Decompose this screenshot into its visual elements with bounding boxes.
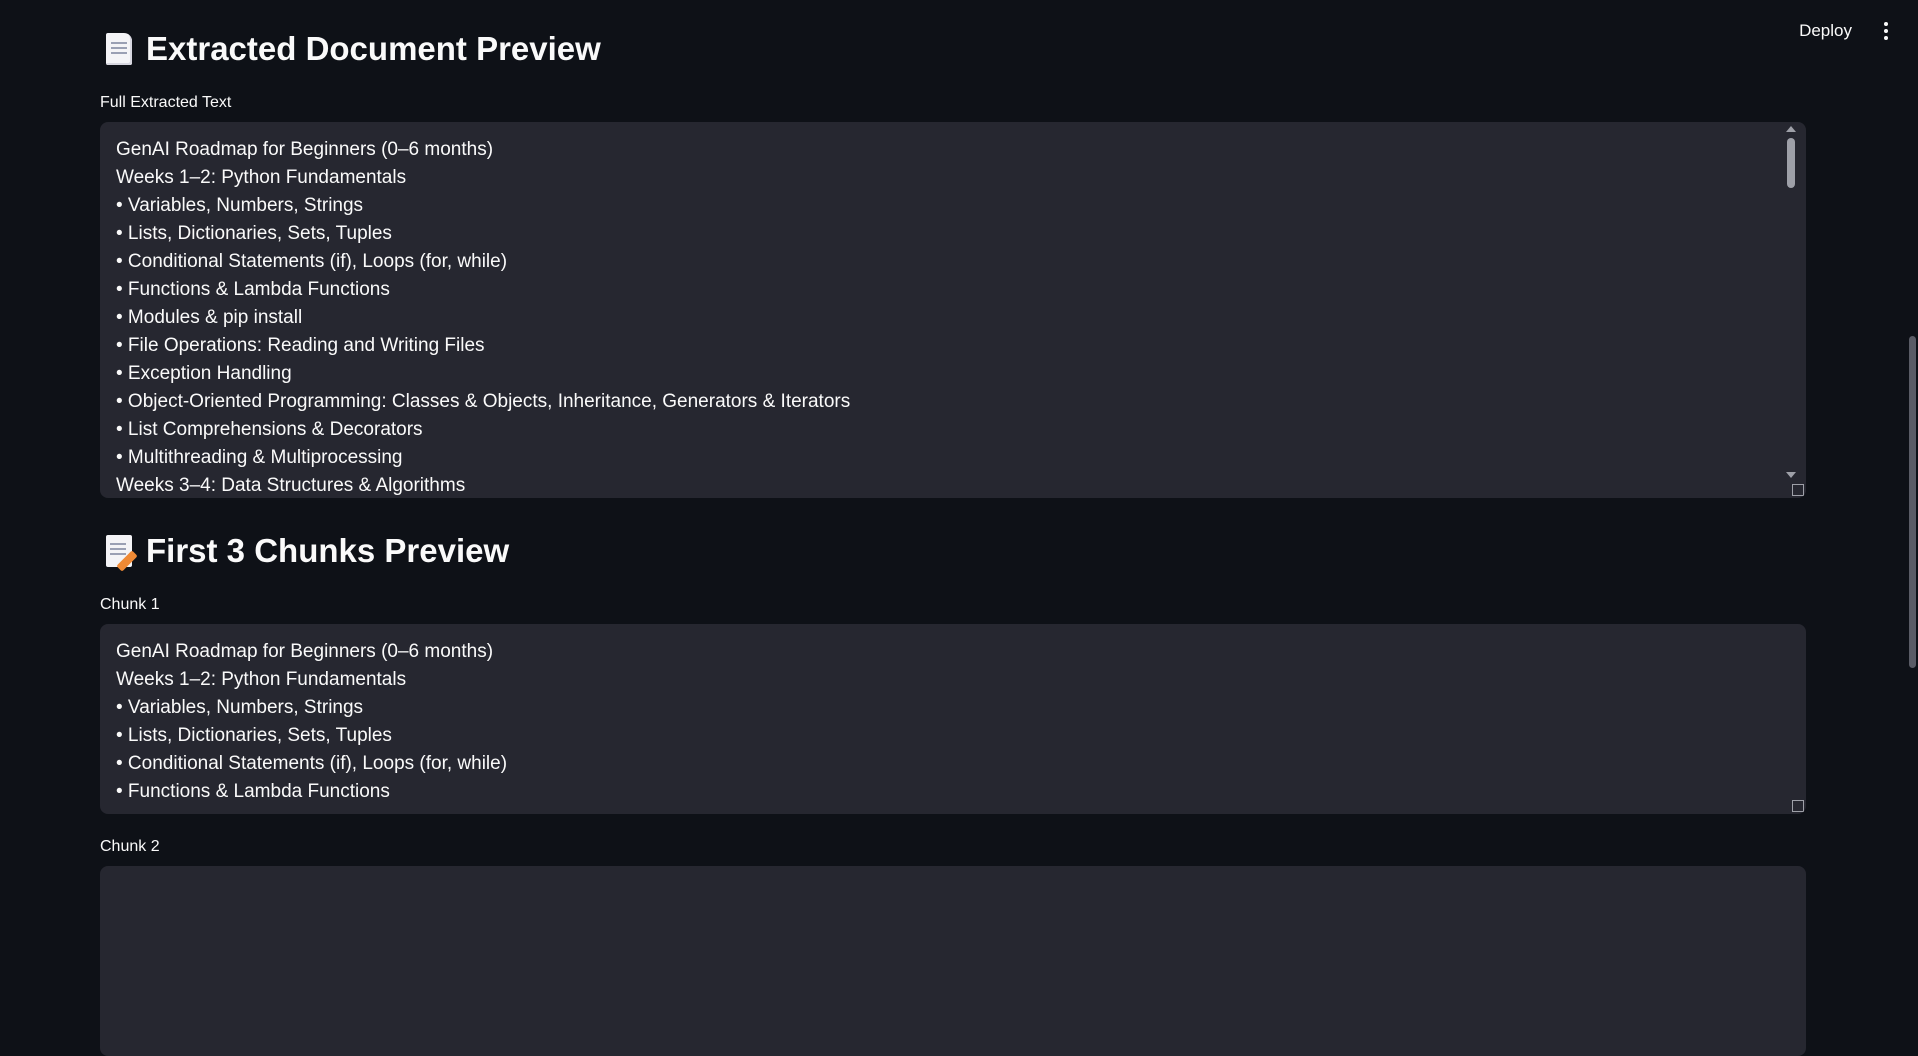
chunk1-label: Chunk 1: [100, 596, 160, 613]
text-line: • Variables, Numbers, Strings: [116, 697, 364, 718]
chunk2-label: Chunk 2: [100, 838, 160, 855]
extracted-section-heading: Extracted Document Preview: [106, 24, 1806, 74]
text-line: • Multithreading & Multiprocessing: [116, 447, 403, 468]
full-text-label: Full Extracted Text: [100, 94, 232, 111]
text-line: • Conditional Statements (if), Loops (fo…: [116, 753, 508, 774]
memo-icon: [106, 535, 132, 567]
text-line: GenAI Roadmap for Beginners (0–6 months): [116, 641, 494, 662]
text-line: GenAI Roadmap for Beginners (0–6 months): [116, 139, 494, 160]
chunks-section-title: First 3 Chunks Preview: [146, 532, 510, 569]
page-scrollbar[interactable]: [1906, 0, 1918, 883]
text-line: • Conditional Statements (if), Loops (fo…: [116, 251, 508, 272]
text-line: • Modules & pip install: [116, 307, 303, 328]
text-line: Weeks 3–4: Data Structures & Algorithms: [116, 475, 466, 496]
chunk2-text-area[interactable]: [100, 866, 1806, 1056]
text-line: • List Comprehensions & Decorators: [116, 419, 423, 440]
resize-handle-icon[interactable]: [1792, 484, 1804, 496]
scroll-thumb[interactable]: [1787, 138, 1795, 188]
resize-handle-icon[interactable]: [1792, 800, 1804, 812]
chunk1-text-area[interactable]: GenAI Roadmap for Beginners (0–6 months)…: [100, 624, 1806, 814]
full-extracted-text-area[interactable]: GenAI Roadmap for Beginners (0–6 months)…: [100, 122, 1806, 498]
main-content: Extracted Document Preview Full Extracte…: [100, 0, 1806, 1056]
text-line: • Object-Oriented Programming: Classes &…: [116, 391, 851, 412]
text-line: • Lists, Dictionaries, Sets, Tuples: [116, 725, 392, 746]
kebab-menu-icon[interactable]: [1878, 18, 1894, 44]
text-line: Weeks 1–2: Python Fundamentals: [116, 669, 407, 690]
page-facing-up-icon: [106, 33, 132, 65]
text-line: • Functions & Lambda Functions: [116, 279, 390, 300]
extracted-section-title: Extracted Document Preview: [146, 30, 601, 67]
scroll-up-arrow-icon[interactable]: [1786, 126, 1796, 132]
chunks-section-heading: First 3 Chunks Preview: [106, 526, 1806, 576]
scroll-down-arrow-icon[interactable]: [1786, 472, 1796, 478]
text-line: • Functions & Lambda Functions: [116, 781, 390, 802]
app-header: Deploy: [1795, 0, 1918, 62]
text-line: • Exception Handling: [116, 363, 292, 384]
page-scroll-thumb[interactable]: [1909, 336, 1916, 668]
text-line: • Lists, Dictionaries, Sets, Tuples: [116, 223, 392, 244]
text-line: • Variables, Numbers, Strings: [116, 195, 364, 216]
textarea-scrollbar[interactable]: [1786, 126, 1796, 478]
text-line: Weeks 1–2: Python Fundamentals: [116, 167, 407, 188]
text-line: • File Operations: Reading and Writing F…: [116, 335, 485, 356]
